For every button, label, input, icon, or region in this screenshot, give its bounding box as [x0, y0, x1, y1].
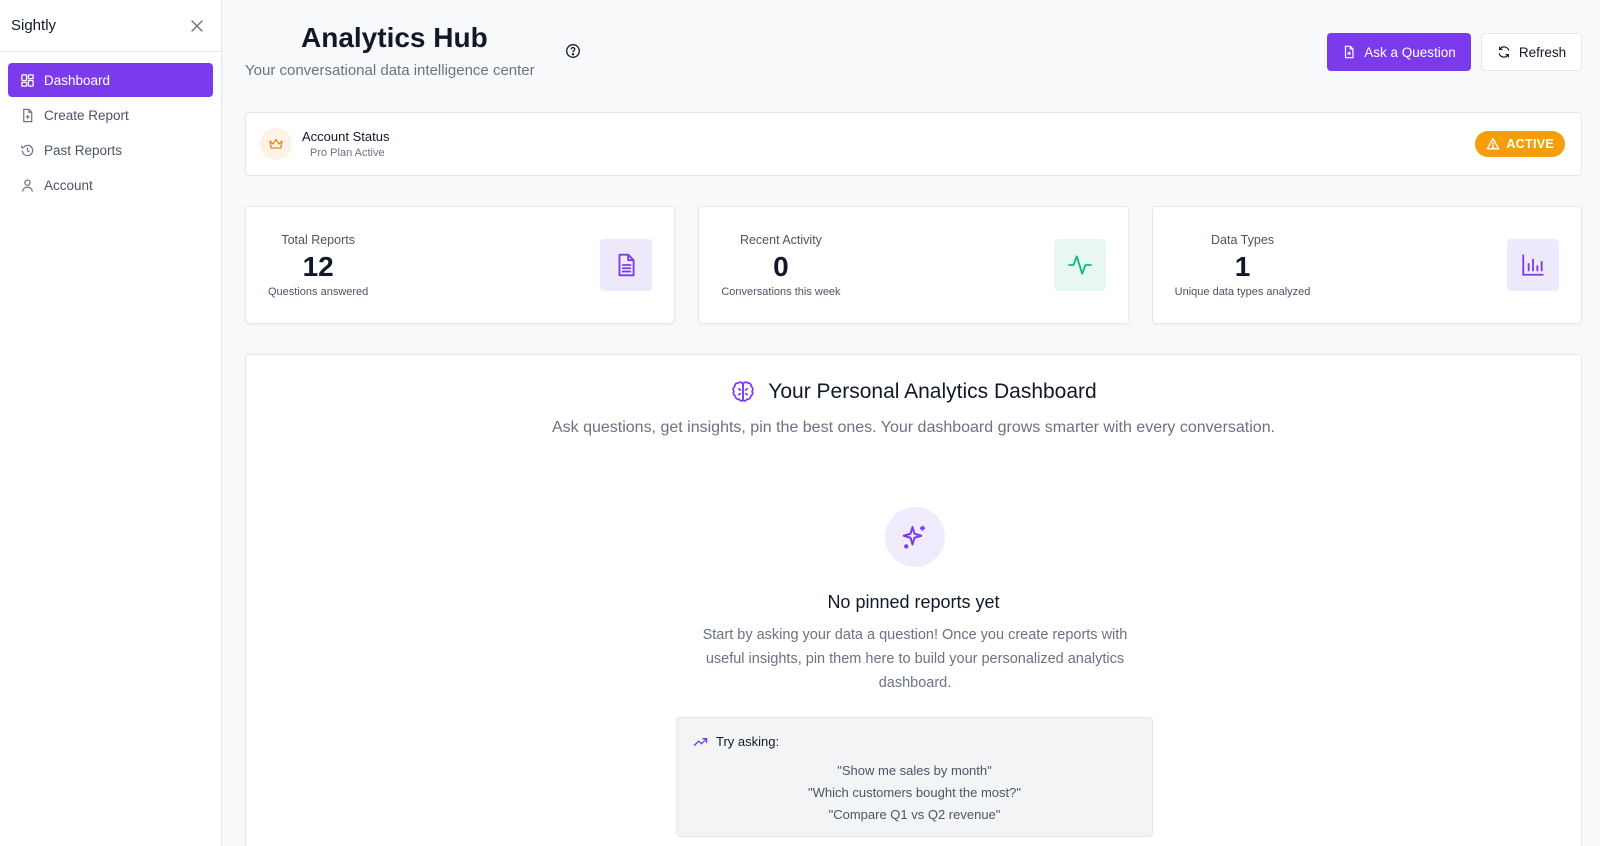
stat-label: Data Types: [1211, 233, 1275, 247]
crown-icon: [269, 138, 283, 149]
help-icon[interactable]: [565, 43, 581, 59]
sidebar: Sightly Dashboard Create Report Past Rep…: [0, 0, 222, 846]
stat-value: 12: [302, 251, 334, 282]
sidebar-item-label: Dashboard: [44, 72, 111, 88]
dashboard-subtitle: Ask questions, get insights, pin the bes…: [551, 419, 1276, 436]
page-header: Analytics Hub Your conversational data i…: [245, 0, 1582, 110]
history-icon: [21, 144, 34, 156]
try-asking-heading: Try asking:: [693, 734, 779, 749]
sidebar-item-past-reports[interactable]: Past Reports: [8, 133, 213, 167]
stat-label: Total Reports: [281, 233, 355, 247]
stat-text: Total Reports 12 Questions answered: [268, 233, 368, 298]
sidebar-item-create-report[interactable]: Create Report: [8, 98, 213, 132]
stat-label: Recent Activity: [739, 233, 822, 247]
stat-card-data-types: Data Types 1 Unique data types analyzed: [1151, 206, 1582, 324]
stat-sub: Conversations this week: [721, 286, 841, 298]
trending-up-icon: [693, 738, 708, 746]
file-plus-icon: [1345, 45, 1354, 59]
stat-sub: Questions answered: [268, 286, 369, 298]
sparkle-icon-wrap: [885, 507, 945, 567]
stat-icon-wrap: [1506, 239, 1559, 291]
document-icon: [618, 253, 635, 277]
bar-chart-icon: [1522, 254, 1544, 276]
main-content: Analytics Hub Your conversational data i…: [245, 0, 1582, 846]
refresh-label: Refresh: [1518, 44, 1567, 60]
brand-name: Sightly: [11, 17, 57, 34]
stat-value: 1: [1234, 251, 1251, 282]
warning-icon: [1487, 138, 1500, 150]
sidebar-item-dashboard[interactable]: Dashboard: [8, 63, 213, 97]
dashboard-title: Your Personal Analytics Dashboard: [768, 380, 1097, 403]
stat-sub: Unique data types analyzed: [1174, 286, 1311, 298]
suggestion-list: "Show me sales by month" "Which customer…: [677, 760, 1152, 826]
crown-icon-wrap: [260, 128, 292, 160]
status-badge-label: ACTIVE: [1506, 137, 1554, 151]
account-plan: Pro Plan Active: [310, 147, 385, 159]
try-asking-label: Try asking:: [716, 734, 780, 749]
dashboard-title-row: Your Personal Analytics Dashboard: [246, 379, 1581, 405]
sidebar-item-label: Account: [44, 177, 93, 193]
sidebar-item-account[interactable]: Account: [8, 168, 213, 202]
sidebar-item-label: Past Reports: [44, 142, 123, 158]
stat-card-total-reports: Total Reports 12 Questions answered: [245, 206, 676, 324]
try-asking-box: Try asking: "Show me sales by month" "Wh…: [676, 717, 1153, 837]
dashboard-icon: [21, 73, 34, 87]
activity-icon: [1067, 255, 1092, 275]
empty-state-description: Start by asking your data a question! On…: [702, 627, 1128, 691]
close-icon: [191, 19, 203, 32]
suggestion-item[interactable]: "Compare Q1 vs Q2 revenue": [677, 804, 1152, 826]
account-status-text: Account Status Pro Plan Active: [302, 129, 389, 159]
personal-dashboard-card: Your Personal Analytics Dashboard Ask qu…: [245, 354, 1582, 846]
empty-state-title: No pinned reports yet: [827, 592, 1000, 612]
user-icon: [22, 178, 33, 192]
account-status-title: Account Status: [302, 129, 390, 144]
sidebar-nav: Dashboard Create Report Past Reports Acc…: [0, 52, 221, 214]
stats-row: Total Reports 12 Questions answered Rece…: [245, 206, 1582, 324]
refresh-icon: [1498, 46, 1510, 58]
suggestion-item[interactable]: "Which customers bought the most?": [677, 782, 1152, 804]
suggestion-item[interactable]: "Show me sales by month": [677, 760, 1152, 782]
refresh-button[interactable]: Refresh: [1481, 33, 1582, 71]
stat-text: Recent Activity 0 Conversations this wee…: [721, 233, 840, 298]
status-badge: ACTIVE: [1475, 131, 1565, 157]
ask-question-button[interactable]: Ask a Question: [1327, 33, 1471, 71]
page-subtitle: Your conversational data intelligence ce…: [245, 62, 535, 79]
sparkles-icon: [902, 525, 925, 549]
stat-text: Data Types 1 Unique data types analyzed: [1175, 233, 1311, 298]
brain-icon: [732, 381, 754, 402]
stat-icon-wrap: [600, 239, 653, 291]
ask-question-label: Ask a Question: [1364, 44, 1456, 60]
sidebar-item-label: Create Report: [44, 107, 129, 123]
close-sidebar-button[interactable]: [187, 16, 207, 36]
stat-icon-wrap: [1053, 239, 1106, 291]
stat-value: 0: [773, 251, 789, 282]
sidebar-header: Sightly: [0, 0, 221, 52]
account-status-card: Account Status Pro Plan Active ACTIVE: [245, 112, 1582, 176]
file-plus-icon: [23, 108, 33, 122]
stat-card-recent-activity: Recent Activity 0 Conversations this wee…: [698, 206, 1129, 324]
page-title: Analytics Hub: [301, 22, 488, 53]
